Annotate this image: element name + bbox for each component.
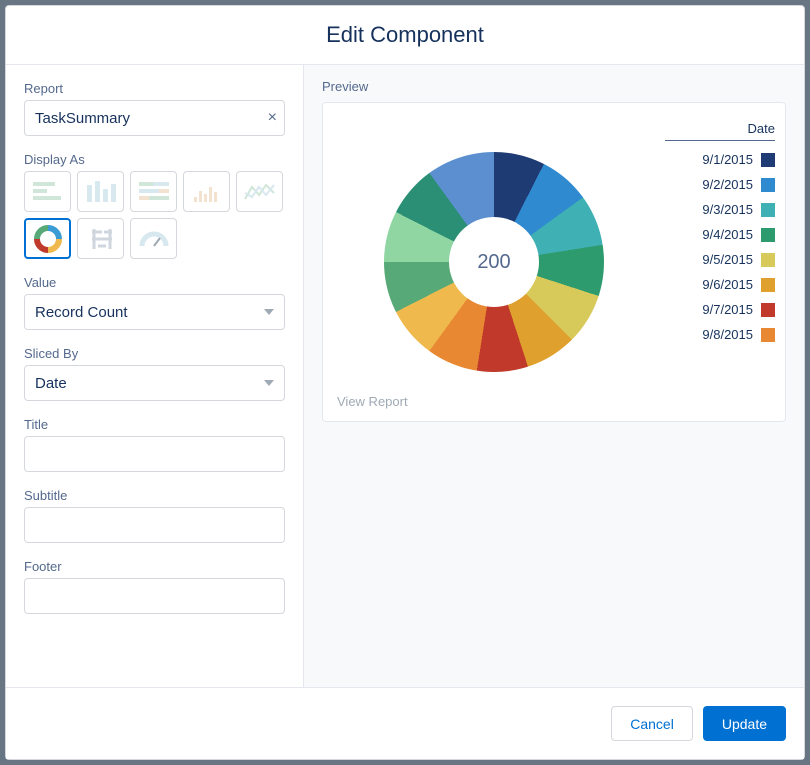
legend-swatch <box>761 153 775 167</box>
legend-row: 9/1/2015 <box>665 147 775 172</box>
title-input[interactable] <box>24 436 285 472</box>
display-tile-gauge[interactable] <box>130 218 177 259</box>
legend-row: 9/6/2015 <box>665 272 775 297</box>
legend-label: 9/5/2015 <box>702 252 753 267</box>
config-panel: Report × Display As Value Record Count S… <box>6 65 304 687</box>
subtitle-label: Subtitle <box>24 488 285 503</box>
display-tile-hbar[interactable] <box>24 171 71 212</box>
value-selected: Record Count <box>35 304 128 321</box>
display-tile-scatter[interactable] <box>183 171 230 212</box>
view-report-link[interactable]: View Report <box>337 394 408 409</box>
dialog-title: Edit Component <box>6 22 804 48</box>
legend-label: 9/4/2015 <box>702 227 753 242</box>
display-tile-metric[interactable] <box>77 218 124 259</box>
legend-swatch <box>761 178 775 192</box>
preview-label: Preview <box>322 79 786 94</box>
clear-report-icon[interactable]: × <box>268 109 277 127</box>
chart-center-label: 200 <box>449 217 539 307</box>
display-tile-donut[interactable] <box>24 218 71 259</box>
report-label: Report <box>24 81 285 96</box>
preview-box: 200 Date 9/1/2015 9/2/2015 9/3/2015 9/4/201… <box>322 102 786 422</box>
legend-row: 9/8/2015 <box>665 322 775 347</box>
legend-row: 9/3/2015 <box>665 197 775 222</box>
display-tile-stacked[interactable] <box>130 171 177 212</box>
value-label: Value <box>24 275 285 290</box>
cancel-button[interactable]: Cancel <box>611 706 693 741</box>
footer-label: Footer <box>24 559 285 574</box>
value-select[interactable]: Record Count <box>24 294 285 330</box>
dialog-header: Edit Component <box>6 6 804 65</box>
sliced-by-select[interactable]: Date <box>24 365 285 401</box>
legend-swatch <box>761 253 775 267</box>
edit-component-dialog: Edit Component Report × Display As Value… <box>5 5 805 760</box>
sliced-by-label: Sliced By <box>24 346 285 361</box>
update-button[interactable]: Update <box>703 706 786 741</box>
display-as-grid <box>24 171 285 259</box>
legend-row: 9/2/2015 <box>665 172 775 197</box>
preview-panel: Preview 200 Date 9/1/2015 9/2/2015 9/3/201… <box>304 65 804 687</box>
display-tile-line[interactable] <box>236 171 283 212</box>
legend-label: 9/8/2015 <box>702 327 753 342</box>
sliced-selected: Date <box>35 375 67 392</box>
legend-swatch <box>761 203 775 217</box>
donut-chart: 200 <box>323 103 665 421</box>
dialog-footer: Cancel Update <box>6 687 804 759</box>
legend-swatch <box>761 303 775 317</box>
chevron-down-icon <box>264 380 274 386</box>
report-input[interactable] <box>24 100 285 136</box>
subtitle-input[interactable] <box>24 507 285 543</box>
chevron-down-icon <box>264 309 274 315</box>
legend-row: 9/7/2015 <box>665 297 775 322</box>
legend-row: 9/5/2015 <box>665 247 775 272</box>
legend-row: 9/4/2015 <box>665 222 775 247</box>
legend-label: 9/7/2015 <box>702 302 753 317</box>
footer-input[interactable] <box>24 578 285 614</box>
legend-label: 9/3/2015 <box>702 202 753 217</box>
legend-swatch <box>761 328 775 342</box>
chart-legend: Date 9/1/2015 9/2/2015 9/3/2015 9/4/2015 9/5… <box>665 103 785 421</box>
display-as-label: Display As <box>24 152 285 167</box>
legend-title: Date <box>665 121 775 141</box>
title-label: Title <box>24 417 285 432</box>
legend-label: 9/6/2015 <box>702 277 753 292</box>
legend-label: 9/1/2015 <box>702 152 753 167</box>
legend-swatch <box>761 278 775 292</box>
legend-label: 9/2/2015 <box>702 177 753 192</box>
legend-swatch <box>761 228 775 242</box>
dialog-body: Report × Display As Value Record Count S… <box>6 65 804 687</box>
display-tile-vbar[interactable] <box>77 171 124 212</box>
